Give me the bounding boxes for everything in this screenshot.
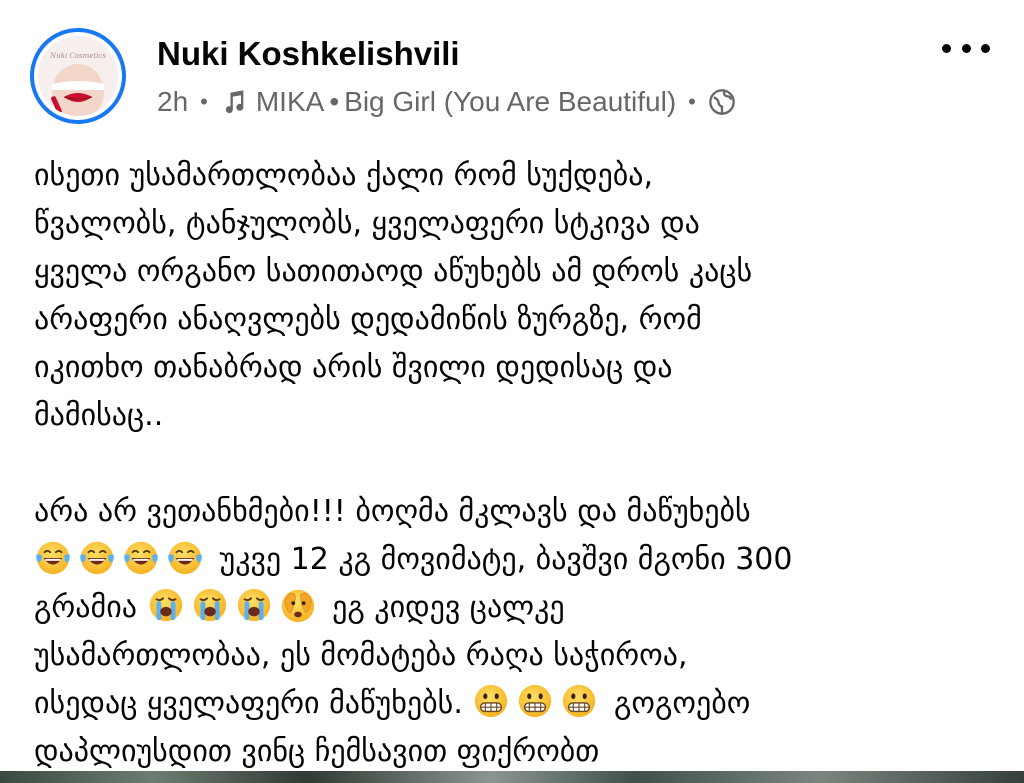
post-text: ისეთი უსამართლობაა ქალი რომ სუქდება, წვა… xyxy=(34,152,1004,776)
text-line-with-emoji: გრამია ეგ კიდევ ცალკე xyxy=(34,584,1004,632)
post-time[interactable]: 2h xyxy=(157,86,188,118)
avatar[interactable]: Nuki Cosmetics xyxy=(38,36,118,116)
face-with-tears-of-joy-icon xyxy=(166,538,204,576)
face-with-tears-of-joy-icon xyxy=(78,538,116,576)
post-paragraph-1: ისეთი უსამართლობაა ქალი რომ სუქდება, წვა… xyxy=(34,152,1004,440)
text-line: არაფერი ანაღვლებს დედამიწის ზურგზე, რომ xyxy=(34,302,702,337)
music-artist: MIKA xyxy=(255,86,325,117)
more-options-button[interactable] xyxy=(942,36,990,60)
text-line: იკითხო თანაბრად არის შვილი დედისაც და xyxy=(34,350,673,385)
text-line: ისეთი უსამართლობაა ქალი რომ სუქდება, xyxy=(34,158,654,193)
more-dot xyxy=(981,43,990,53)
text-line-with-emoji: უკვე 12 კგ მოვიმატე, ბავშვი მგონი 300 xyxy=(34,536,1004,584)
meta-separator: • xyxy=(200,89,208,114)
post-header: Nuki Cosmetics Nuki Koshkelishvili 2h • … xyxy=(0,0,1024,140)
text-line: უსამართლობაა, ეს მომატება რაღა საჭიროა, xyxy=(34,638,688,673)
music-title: Big Girl (You Are Beautiful) xyxy=(344,86,677,117)
music-attachment[interactable]: MIKA • Big Girl (You Are Beautiful) xyxy=(220,86,676,118)
music-separator: • xyxy=(329,86,340,117)
grimacing-face-icon xyxy=(560,682,598,720)
post-meta: 2h • MIKA • Big Girl (You Are Beautiful)… xyxy=(157,84,736,120)
text-segment: გოგოებო xyxy=(613,686,751,721)
text-line: ყველა ორგანო სათითაოდ აწუხებს ამ დროს კა… xyxy=(34,254,753,289)
grimacing-face-icon xyxy=(516,682,554,720)
more-dot xyxy=(942,43,951,53)
text-line: მამისაც.. xyxy=(34,398,164,433)
text-line: წვალობს, ტანჯულობს, ყველაფერი სტკივა და xyxy=(34,206,700,241)
text-segment: ეგ კიდევ ცალკე xyxy=(332,590,565,625)
more-dot xyxy=(961,43,971,53)
avatar-story-ring[interactable]: Nuki Cosmetics xyxy=(30,28,126,124)
text-segment: გრამია xyxy=(34,590,137,625)
meta-separator: • xyxy=(688,89,696,114)
face-with-tears-of-joy-icon xyxy=(34,538,72,576)
loudly-crying-face-icon xyxy=(191,586,229,624)
author-name[interactable]: Nuki Koshkelishvili xyxy=(157,34,460,74)
text-line-with-emoji: ისედაც ყველაფერი მაწუხებს. გოგოებო xyxy=(34,680,1004,728)
attached-photo-preview[interactable] xyxy=(0,771,1024,783)
face-with-tears-of-joy-icon xyxy=(122,538,160,576)
loudly-crying-face-icon xyxy=(147,586,185,624)
face-with-peeking-eye-icon xyxy=(279,586,317,624)
text-line: არა არ ვეთანხმები!!! ბოღმა მკლავს და მაწ… xyxy=(34,494,751,529)
post-paragraph-2: არა არ ვეთანხმები!!! ბოღმა მკლავს და მაწ… xyxy=(34,488,1004,776)
music-note-icon xyxy=(225,90,244,114)
text-segment: ისედაც ყველაფერი მაწუხებს. xyxy=(34,686,463,721)
loudly-crying-face-icon xyxy=(235,586,273,624)
avatar-logo-text: Nuki Cosmetics xyxy=(49,52,106,60)
text-segment: უკვე 12 კგ მოვიმატე, ბავშვი მგონი 300 xyxy=(219,542,793,577)
text-line: დაპლიუსდით ვინც ჩემსავით ფიქრობთ xyxy=(34,734,600,769)
globe-icon[interactable] xyxy=(708,88,736,116)
grimacing-face-icon xyxy=(472,682,510,720)
